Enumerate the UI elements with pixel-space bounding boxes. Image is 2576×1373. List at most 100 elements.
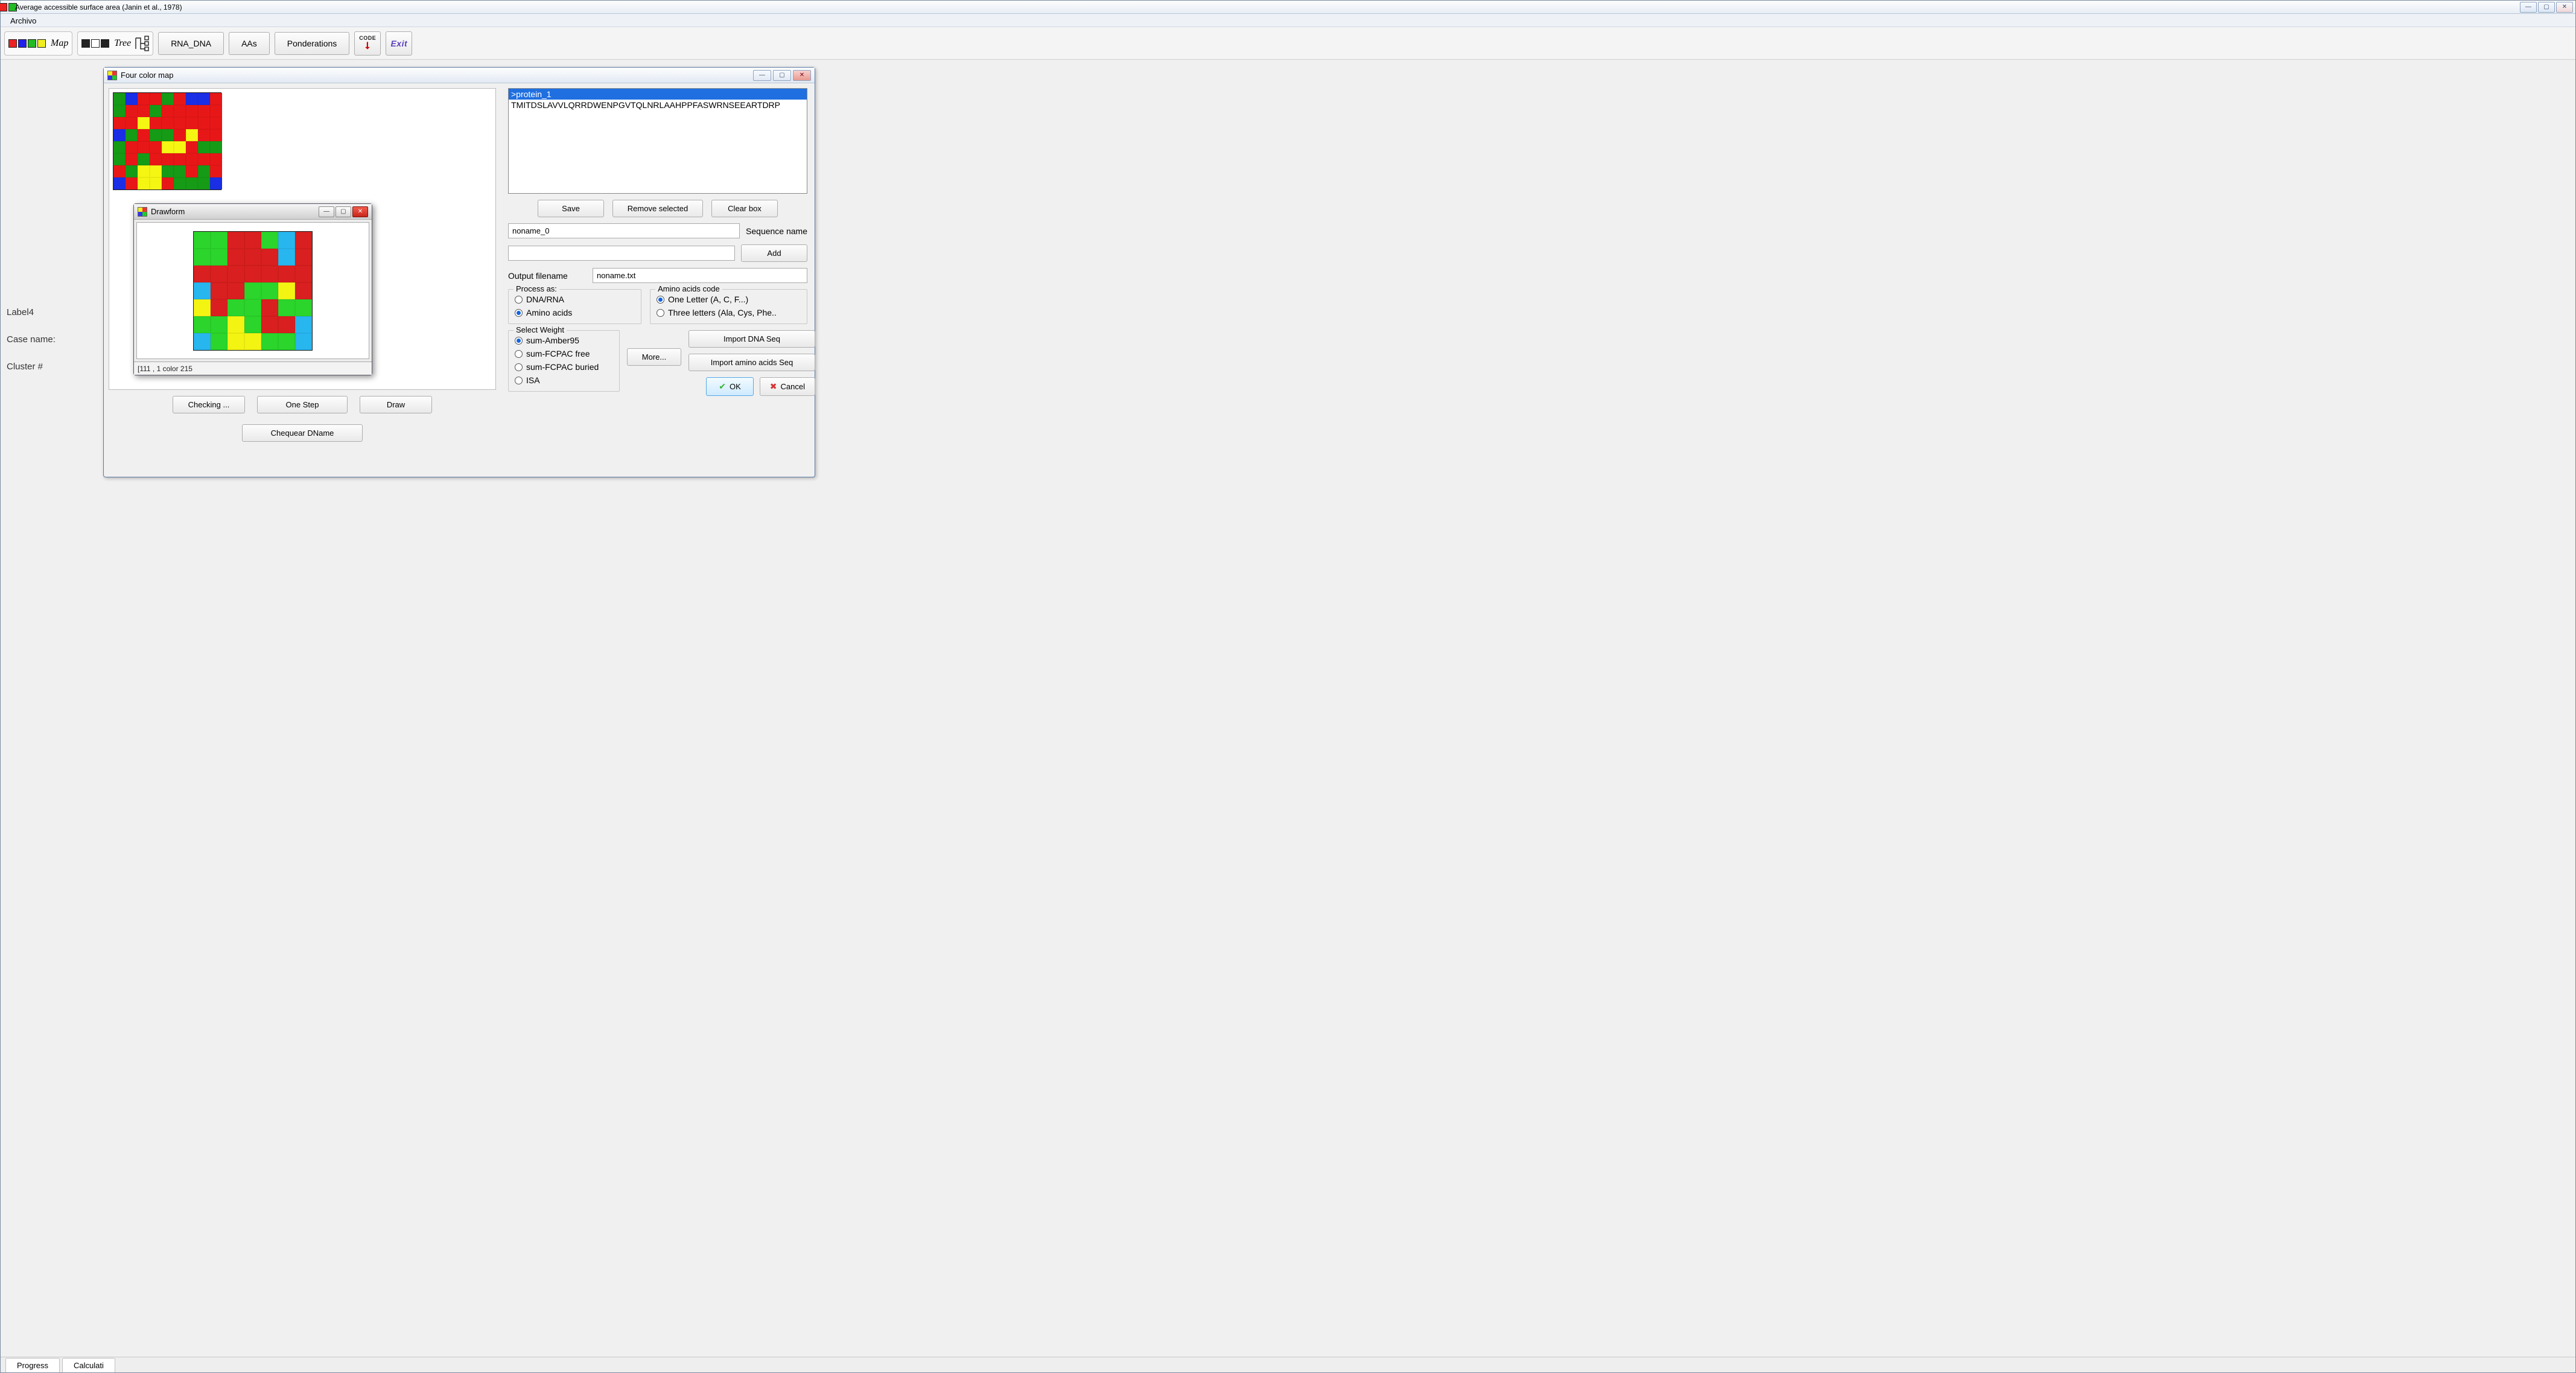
weight-isa-radio[interactable]: ISA [515, 375, 613, 385]
fcm-action-row: Checking ... One Step Draw [109, 396, 496, 413]
remove-selected-button[interactable]: Remove selected [612, 200, 703, 217]
grid-cell [150, 141, 162, 153]
radio-icon [515, 296, 523, 304]
grid-cell [113, 165, 126, 177]
aac-three-letter-radio[interactable]: Three letters (Ala, Cys, Phe.. [657, 308, 801, 317]
fcm-titlebar: Four color map — ▢ ✕ [104, 68, 815, 83]
maximize-button[interactable]: ▢ [2538, 2, 2555, 13]
grid-cell [244, 249, 261, 266]
grid-cell [211, 232, 227, 249]
grid-cell [186, 105, 198, 117]
process-dna-label: DNA/RNA [526, 295, 564, 304]
drawform-canvas [136, 222, 369, 359]
grid-cell [295, 266, 312, 282]
code-button[interactable]: CODE ⭣ [354, 31, 381, 56]
toolbar-tree-group[interactable]: Tree [77, 31, 153, 56]
grid-cell [198, 153, 210, 165]
cancel-button[interactable]: ✖ Cancel [760, 377, 815, 396]
grid-cell [210, 141, 222, 153]
grid-cell [126, 165, 138, 177]
save-button[interactable]: Save [538, 200, 604, 217]
fcm-close-button[interactable]: ✕ [793, 70, 811, 81]
grid-cell [198, 105, 210, 117]
sequence-name-input[interactable] [508, 223, 740, 238]
grid-cell [194, 333, 211, 350]
grid-cell [194, 249, 211, 266]
drawform-window: Drawform — ▢ ✕ [111 , 1 color 215 [133, 203, 372, 375]
grid-cell [138, 141, 150, 153]
output-filename-input[interactable] [593, 268, 807, 283]
fcm-minimize-button[interactable]: — [753, 70, 771, 81]
grid-cell [278, 282, 295, 299]
grid-cell [244, 316, 261, 333]
sequence-body-line[interactable]: TMITDSLAVVLQRRDWENPGVTQLNRLAAHPPFASWRNSE… [509, 100, 807, 110]
radio-icon [515, 350, 523, 358]
grid-cell [295, 232, 312, 249]
grid-cell [261, 282, 278, 299]
tree-color-icon [81, 39, 109, 48]
grid-cell [138, 153, 150, 165]
grid-cell [198, 93, 210, 105]
more-button[interactable]: More... [627, 348, 681, 366]
exit-button[interactable]: Exit [386, 31, 412, 56]
select-weight-group: Select Weight sum-Amber95 sum-FCPAC free [508, 330, 620, 392]
clear-box-button[interactable]: Clear box [711, 200, 778, 217]
window-title: Average accessible surface area (Janin e… [15, 3, 2519, 11]
grid-cell [126, 129, 138, 141]
ok-label: OK [730, 382, 741, 391]
weight-fcpac-free-label: sum-FCPAC free [526, 349, 590, 358]
grid-cell [113, 129, 126, 141]
tab-calculations[interactable]: Calculati [62, 1358, 115, 1372]
drawform-maximize-button[interactable]: ▢ [336, 206, 351, 217]
grid-cell [261, 316, 278, 333]
add-button[interactable]: Add [741, 244, 807, 262]
drawform-close-button[interactable]: ✕ [352, 206, 368, 217]
process-dna-radio[interactable]: DNA/RNA [515, 295, 635, 304]
weight-fcpac-buried-radio[interactable]: sum-FCPAC buried [515, 362, 613, 372]
draw-button[interactable]: Draw [360, 396, 432, 413]
import-dna-button[interactable]: Import DNA Seq [689, 330, 815, 348]
grid-cell [244, 333, 261, 350]
bottom-bar: Progress Calculati [1, 1357, 2575, 1372]
rna-dna-button[interactable]: RNA_DNA [158, 32, 224, 55]
menu-archivo[interactable]: Archivo [5, 15, 41, 27]
minimize-button[interactable]: — [2520, 2, 2537, 13]
one-step-button[interactable]: One Step [257, 396, 348, 413]
grid-cell [278, 333, 295, 350]
aac-one-letter-radio[interactable]: One Letter (A, C, F...) [657, 295, 801, 304]
aa-code-legend: Amino acids code [655, 284, 722, 293]
tree-label: Tree [114, 38, 131, 49]
checking-button[interactable]: Checking ... [173, 396, 245, 413]
import-aa-button[interactable]: Import amino acids Seq [689, 354, 815, 371]
process-aa-radio[interactable]: Amino acids [515, 308, 635, 317]
aas-button[interactable]: AAs [229, 32, 270, 55]
add-input[interactable] [508, 246, 735, 261]
grid-cell [295, 249, 312, 266]
sequence-listbox[interactable]: >protein_1 TMITDSLAVVLQRRDWENPGVTQLNRLAA… [508, 88, 807, 194]
close-button[interactable]: ✕ [2556, 2, 2573, 13]
grid-cell [150, 129, 162, 141]
weight-amber-radio[interactable]: sum-Amber95 [515, 336, 613, 345]
grid-cell [126, 117, 138, 129]
weight-amber-label: sum-Amber95 [526, 336, 579, 345]
chequear-dname-button[interactable]: Chequear DName [242, 424, 363, 442]
weight-fcpac-free-radio[interactable]: sum-FCPAC free [515, 349, 613, 358]
grid-cell [227, 333, 244, 350]
tab-progress[interactable]: Progress [5, 1358, 60, 1372]
cluster-label: Cluster # [7, 362, 56, 372]
grid-cell [295, 282, 312, 299]
aac-one-label: One Letter (A, C, F...) [668, 295, 748, 304]
grid-cell [138, 177, 150, 190]
exit-label: Exit [390, 39, 407, 48]
sequence-header-line[interactable]: >protein_1 [509, 89, 807, 100]
drawform-minimize-button[interactable]: — [319, 206, 334, 217]
grid-cell [194, 299, 211, 316]
grid-cell [186, 165, 198, 177]
menubar: Archivo [1, 14, 2575, 27]
tree-icon [133, 36, 149, 51]
ponderations-button[interactable]: Ponderations [275, 32, 350, 55]
ok-button[interactable]: ✔ OK [706, 377, 754, 396]
fcm-action-row2: Chequear DName [109, 424, 496, 442]
fcm-maximize-button[interactable]: ▢ [773, 70, 791, 81]
toolbar-map-group[interactable]: Map [4, 31, 72, 56]
